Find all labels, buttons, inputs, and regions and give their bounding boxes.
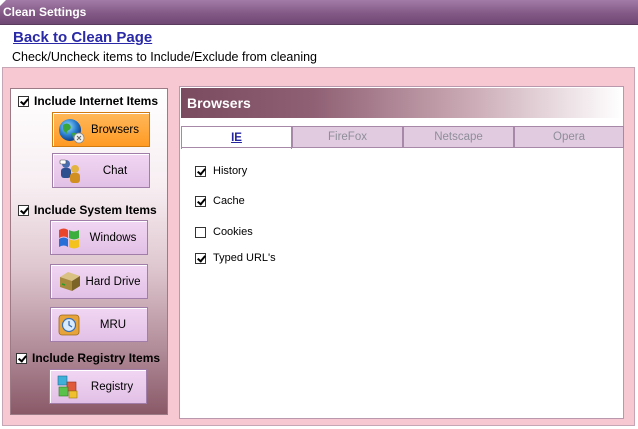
cookies-checkbox[interactable] <box>195 226 206 238</box>
cache-label: Cache <box>213 195 245 207</box>
browsers-button[interactable]: Browsers <box>52 112 150 147</box>
instructions-text: Check/Uncheck items to Include/Exclude f… <box>12 50 318 64</box>
include-system-items-label: Include System Items <box>34 203 157 217</box>
browsers-button-label: Browsers <box>91 123 139 136</box>
browser-tabs: IE FireFox Netscape Opera <box>181 126 624 149</box>
windows-button-label: Windows <box>89 231 137 244</box>
include-internet-items-checkbox-row[interactable]: Include Internet Items <box>18 94 158 108</box>
cookies-option[interactable]: Cookies <box>195 226 253 238</box>
include-registry-items-checkbox[interactable] <box>16 352 27 364</box>
include-registry-items-checkbox-row[interactable]: Include Registry Items <box>16 351 160 365</box>
ie-options-panel: History Cache Cookies Typed URL's <box>181 147 624 418</box>
cache-checkbox[interactable] <box>195 195 206 207</box>
registry-button-label: Registry <box>90 380 134 393</box>
include-registry-items-label: Include Registry Items <box>32 351 161 365</box>
tab-ie[interactable]: IE <box>181 126 292 149</box>
mru-icon <box>58 314 80 336</box>
include-system-items-checkbox[interactable] <box>18 204 29 216</box>
typed-urls-label: Typed URL's <box>213 252 276 264</box>
hard-drive-icon <box>60 272 80 291</box>
typed-urls-checkbox[interactable] <box>195 252 206 264</box>
hard-drive-button[interactable]: Hard Drive <box>50 264 148 299</box>
chat-button-label: Chat <box>102 164 128 177</box>
windows-flag-icon <box>59 228 79 249</box>
windows-button[interactable]: Windows <box>50 220 148 255</box>
globe-icon <box>59 119 85 144</box>
history-label: History <box>213 165 248 177</box>
registry-button[interactable]: Registry <box>49 369 147 404</box>
cookies-label: Cookies <box>213 226 253 238</box>
category-sidebar: Include Internet Items Browsers Chat Inc… <box>10 88 168 415</box>
panel-title: Browsers <box>187 95 251 111</box>
window-title: Clean Settings <box>3 5 87 19</box>
tab-netscape[interactable]: Netscape <box>403 126 514 148</box>
history-option[interactable]: History <box>195 165 247 177</box>
browser-settings-panel: Browsers IE FireFox Netscape Opera Histo… <box>179 86 624 419</box>
mru-button-label: MRU <box>99 318 127 331</box>
history-checkbox[interactable] <box>195 165 206 177</box>
tab-opera[interactable]: Opera <box>514 126 624 148</box>
panel-header: Browsers <box>181 88 622 118</box>
cache-option[interactable]: Cache <box>195 195 245 207</box>
include-system-items-checkbox-row[interactable]: Include System Items <box>18 203 157 217</box>
typed-urls-option[interactable]: Typed URL's <box>195 252 276 264</box>
mru-button[interactable]: MRU <box>50 307 148 342</box>
include-internet-items-checkbox[interactable] <box>18 95 29 107</box>
back-to-clean-page-link[interactable]: Back to Clean Page <box>13 29 152 46</box>
chat-people-icon <box>59 159 80 183</box>
chat-button[interactable]: Chat <box>52 153 150 188</box>
registry-cubes-icon <box>57 375 78 399</box>
title-bar: Clean Settings <box>0 0 638 25</box>
tab-firefox[interactable]: FireFox <box>292 126 403 148</box>
hard-drive-button-label: Hard Drive <box>85 275 141 288</box>
include-internet-items-label: Include Internet Items <box>34 94 159 108</box>
